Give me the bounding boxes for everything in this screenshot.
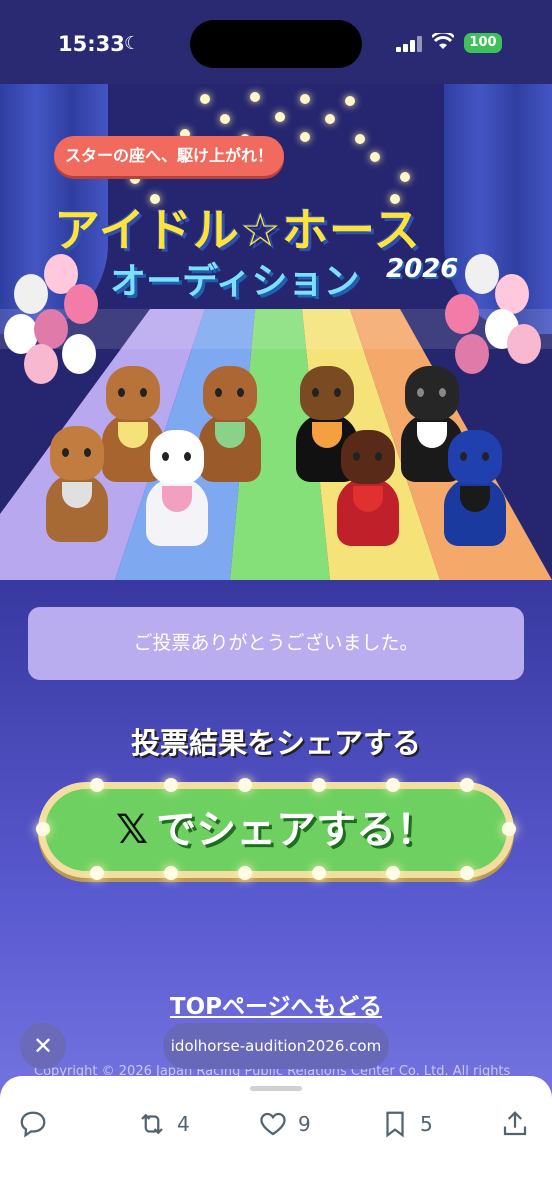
stage-light-bulb [345,96,355,106]
share-heading: 投票結果をシェアする [130,726,421,760]
hero-banner: スターの座へ、駆け上がれ！ アイドル☆ホース オーディション 2026 [0,84,552,580]
marquee-lamp [386,778,400,792]
stage-light-bulb [220,114,230,124]
like-button[interactable]: 9 [258,1104,311,1144]
marquee-lamp [502,822,516,836]
wifi-icon [431,30,455,56]
marquee-lamp [90,778,104,792]
stage-light-bulb [370,152,380,162]
horse-mascot-red [333,430,403,550]
repost-count: 4 [177,1112,190,1136]
stage-light-bulb [300,132,310,142]
x-logo-icon: 𝕏 [115,807,149,853]
reply-icon [20,1111,46,1138]
reply-button[interactable] [18,1104,58,1144]
horse-mascot-blue [440,430,510,550]
url-bar[interactable]: idolhorse-audition2026.com [163,1023,389,1069]
marquee-lamp [90,866,104,880]
share-on-x-button[interactable]: 𝕏 でシェアする！ [38,782,514,878]
title-line-2: オーディション [110,261,360,302]
tagline-badge: スターの座へ、駆け上がれ！ [54,136,284,176]
marquee-lamp [460,778,474,792]
battery-indicator: 100 [464,33,502,53]
heart-icon [260,1112,286,1136]
status-bar: 15:33 ☾ 100 [0,0,552,84]
dynamic-island [190,20,362,68]
marquee-lamp [238,866,252,880]
marquee-lamp [312,866,326,880]
marquee-lamp [164,778,178,792]
marquee-lamp [386,866,400,880]
share-sheet-button[interactable] [500,1104,530,1144]
title-line-1: アイドル☆ホース [54,203,421,257]
horse-mascot-silver [42,426,112,546]
repost-button[interactable]: 4 [137,1104,190,1144]
repost-icon [141,1113,163,1135]
horse-mascot-white [142,430,212,550]
stage-light-bulb [355,134,365,144]
bookmark-button[interactable]: 5 [380,1104,433,1144]
stage-light-bulb [200,94,210,104]
stage-light-bulb [275,112,285,122]
close-icon: ✕ [32,1032,54,1060]
bookmark-count: 5 [420,1112,433,1136]
close-browser-button[interactable]: ✕ [20,1023,66,1069]
vote-thanks-message: ご投票ありがとうございました。 [28,607,524,680]
back-to-top-link[interactable]: TOPページへもどる [0,987,552,1021]
stage-light-bulb [400,172,410,182]
bookmark-icon [386,1111,404,1138]
marquee-lamp [312,778,326,792]
upload-share-icon [503,1111,527,1136]
moon-icon: ☾ [124,33,141,54]
stage-light-bulb [300,94,310,104]
signal-icon [396,36,424,52]
marquee-lamp [164,866,178,880]
sheet-drag-handle[interactable] [250,1086,302,1091]
like-count: 9 [298,1112,311,1136]
marquee-lamp [460,866,474,880]
stage-light-bulb [250,92,260,102]
marquee-lamp [238,778,252,792]
share-button-label: でシェアする！ [156,807,437,853]
marquee-lamp [36,822,50,836]
stage-light-bulb [325,114,335,124]
clock: 15:33 [58,32,125,56]
